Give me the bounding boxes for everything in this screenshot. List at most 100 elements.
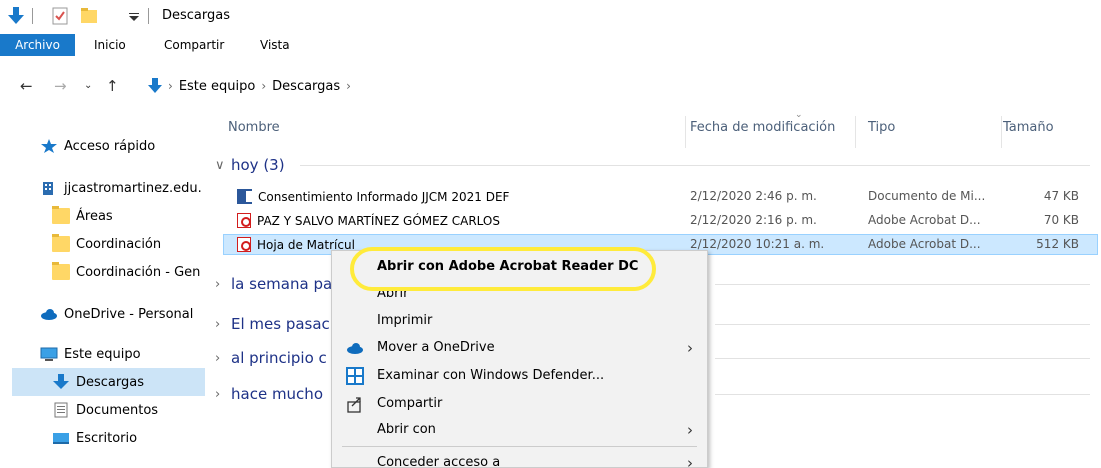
file-date: 2/12/2020 2:46 p. m. [690, 189, 817, 203]
menu-item-compartir[interactable]: Compartir [332, 390, 707, 417]
menu-label: Mover a OneDrive [377, 340, 495, 355]
file-date: 2/12/2020 10:21 a. m. [690, 237, 825, 251]
computer-icon [40, 347, 58, 361]
menu-item-abrir-con[interactable]: Abrir con › [332, 416, 707, 443]
group-divider [715, 358, 1090, 359]
submenu-arrow-icon: › [687, 420, 693, 439]
group-divider [300, 165, 1090, 166]
breadcrumb-este-equipo[interactable]: Este equipo [179, 79, 256, 94]
nav-descargas[interactable]: Descargas [12, 368, 205, 396]
sort-chevron-icon: ⌄ [795, 110, 803, 120]
column-divider[interactable] [1001, 116, 1002, 148]
download-icon [53, 374, 69, 389]
title-bar: Descargas [0, 0, 1101, 34]
file-type: Adobe Acrobat D... [868, 213, 981, 227]
chevron-right-icon: › [215, 276, 221, 292]
word-document-icon [237, 189, 252, 204]
breadcrumb-descargas[interactable]: Descargas [272, 79, 340, 94]
group-header-mes[interactable]: › El mes pasac [215, 312, 330, 336]
file-date: 2/12/2020 2:16 p. m. [690, 213, 817, 227]
nav-label: Acceso rápido [64, 138, 156, 154]
nav-label: Coordinación [76, 236, 162, 252]
ribbon-tabs: Archivo Inicio Compartir Vista [0, 34, 1101, 58]
column-divider[interactable] [685, 116, 686, 148]
chevron-right-icon: › [215, 316, 221, 332]
file-row[interactable]: PAZ Y SALVO MARTÍNEZ GÓMEZ CARLOS 2/12/2… [223, 210, 1098, 231]
properties-icon[interactable] [52, 7, 68, 25]
navigation-pane: Acceso rápido jjcastromartinez.edu. Área… [0, 118, 205, 468]
column-header-size[interactable]: Tamaño [1003, 120, 1054, 135]
file-row[interactable]: Consentimiento Informado JJCM 2021 DEF 2… [223, 186, 1098, 207]
separator [32, 8, 33, 24]
forward-arrow-icon[interactable]: → [54, 77, 67, 95]
group-divider [715, 394, 1090, 395]
group-label: hoy (3) [231, 156, 285, 174]
recent-locations-chevron-icon[interactable]: ⌄ [84, 80, 92, 91]
folder-icon [52, 206, 70, 224]
address-row: ← → ⌄ ↑ › Este equipo › Descargas › [0, 68, 1101, 102]
group-label: hace mucho [231, 385, 323, 403]
group-header-semana[interactable]: › la semana pa [215, 272, 332, 296]
share-icon [347, 397, 361, 413]
group-label: la semana pa [231, 275, 333, 293]
file-type: Documento de Mi... [868, 189, 986, 203]
pdf-icon [237, 213, 251, 228]
file-size: 70 KB [1043, 213, 1079, 227]
file-size: 512 KB [1036, 237, 1079, 251]
up-arrow-icon[interactable]: ↑ [106, 77, 119, 95]
menu-label: Conceder acceso a [377, 455, 501, 468]
cloud-icon [347, 343, 363, 354]
menu-item-mover-onedrive[interactable]: Mover a OneDrive › [332, 334, 707, 361]
customize-quick-access-icon[interactable] [128, 7, 140, 25]
star-icon [41, 139, 57, 153]
file-name-cell: PAZ Y SALVO MARTÍNEZ GÓMEZ CARLOS [237, 213, 500, 228]
building-icon [43, 182, 53, 195]
menu-label: Examinar con Windows Defender... [377, 368, 605, 383]
group-label: El mes pasac [231, 315, 330, 333]
chevron-right-icon: › [215, 350, 221, 366]
chevron-right-icon: › [215, 386, 221, 402]
nav-label: Documentos [76, 402, 159, 418]
chevron-right-icon: › [168, 79, 173, 93]
column-header-type[interactable]: Tipo [868, 120, 895, 135]
nav-label: jjcastromartinez.edu. [64, 180, 202, 196]
file-name: PAZ Y SALVO MARTÍNEZ GÓMEZ CARLOS [257, 214, 500, 228]
group-divider [715, 284, 1090, 285]
new-folder-icon[interactable] [80, 7, 98, 25]
pdf-icon [237, 237, 251, 252]
menu-item-windows-defender[interactable]: Examinar con Windows Defender... [332, 362, 707, 389]
breadcrumb: › Este equipo › Descargas › [148, 78, 351, 94]
nav-label: Escritorio [76, 430, 138, 446]
group-header-hoy[interactable]: ∨ hoy (3) [215, 153, 285, 177]
file-name: Consentimiento Informado JJCM 2021 DEF [258, 190, 510, 204]
file-size: 47 KB [1043, 189, 1079, 203]
download-folder-icon [148, 78, 162, 93]
menu-item-conceder-acceso[interactable]: Conceder acceso a › [332, 449, 707, 468]
back-arrow-icon[interactable]: ← [20, 77, 33, 95]
nav-coordinacion-gen[interactable]: Coordinación - Gen [52, 258, 205, 286]
menu-label: Compartir [377, 396, 443, 411]
group-header-principio[interactable]: › al principio c [215, 346, 327, 370]
group-divider [715, 324, 1090, 325]
tab-compartir[interactable]: Compartir [156, 34, 232, 56]
tab-vista[interactable]: Vista [252, 34, 298, 56]
column-header-name[interactable]: Nombre [228, 120, 280, 135]
column-header-date[interactable]: Fecha de modificación [690, 120, 835, 135]
cloud-icon [41, 309, 57, 320]
group-header-hace-mucho[interactable]: › hace mucho [215, 382, 323, 406]
group-label: al principio c [231, 349, 327, 367]
column-divider[interactable] [855, 116, 856, 148]
window-title: Descargas [162, 8, 231, 23]
menu-item-imprimir[interactable]: Imprimir [332, 307, 707, 334]
tab-archivo[interactable]: Archivo [0, 34, 75, 56]
separator [148, 8, 149, 24]
nav-label: Descargas [76, 374, 145, 390]
chevron-right-icon: › [261, 79, 267, 93]
file-name-cell: Consentimiento Informado JJCM 2021 DEF [237, 189, 509, 204]
chevron-right-icon: › [346, 79, 351, 93]
download-arrow-icon[interactable] [8, 7, 24, 25]
nav-label: Coordinación - Gen [76, 264, 201, 280]
document-icon [54, 402, 68, 418]
nav-label: OneDrive - Personal [64, 306, 194, 322]
tab-inicio[interactable]: Inicio [86, 34, 134, 56]
